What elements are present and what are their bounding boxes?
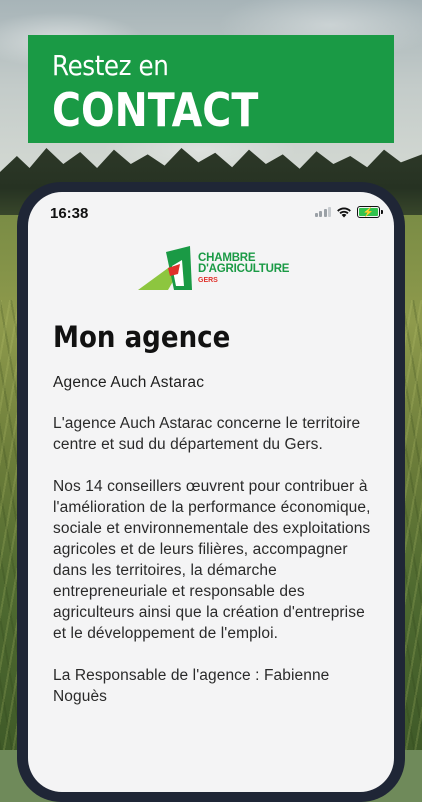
banner-title: CONTACT [52, 83, 259, 137]
agency-description: L'agence Auch Astarac concerne le territ… [53, 415, 361, 453]
logo-line3: GERS [198, 276, 218, 284]
phone-screen: 16:38 ⚡ CHAMBRE D'AGRICULTURE GERS Mon a… [28, 192, 394, 792]
logo-line2: D'AGRICULTURE [198, 262, 290, 275]
battery-charging-icon: ⚡ [357, 206, 383, 218]
agency-name: Agence Auch Astarac [53, 374, 205, 391]
page-title: Mon agence [53, 320, 231, 354]
logo-mark-icon [138, 246, 192, 290]
signal-icon [314, 207, 331, 217]
logo-line1: CHAMBRE [198, 251, 256, 264]
chambre-agriculture-logo: CHAMBRE D'AGRICULTURE GERS [138, 246, 289, 292]
wifi-icon [337, 207, 351, 218]
agency-manager: La Responsable de l'agence : Fabienne No… [53, 667, 330, 705]
banner-subtitle: Restez en [52, 49, 169, 82]
agency-content: Mon agence Agence Auch Astarac L'agence … [53, 320, 373, 728]
status-time: 16:38 [50, 205, 89, 222]
status-icons: ⚡ [314, 206, 383, 218]
header-banner: Restez en CONTACT [28, 35, 394, 143]
agency-mission: Nos 14 conseillers œuvrent pour contribu… [53, 478, 371, 642]
